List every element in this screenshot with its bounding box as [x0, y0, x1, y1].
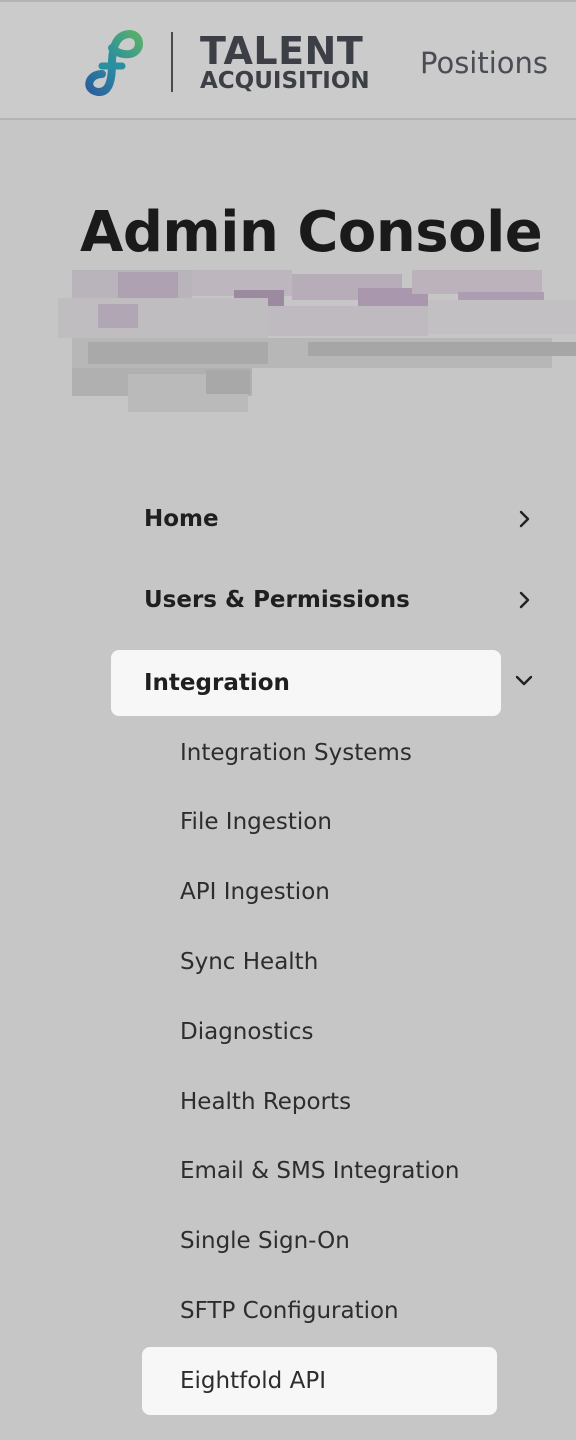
subnav-label: Integration Systems: [180, 740, 412, 766]
sidebar-item-home[interactable]: Home: [111, 486, 501, 552]
subnav-label: Single Sign-On: [180, 1228, 350, 1254]
top-bar: TALENT ACQUISITION Positions: [0, 0, 576, 120]
subnav-label: File Ingestion: [180, 809, 332, 835]
subnav-label: Eightfold API: [180, 1368, 326, 1394]
subnav-label: API Ingestion: [180, 879, 330, 905]
subnav-label: Sync Health: [180, 949, 319, 975]
subnav-sftp-configuration[interactable]: SFTP Configuration: [142, 1277, 497, 1345]
redacted-content: [58, 270, 576, 412]
subnav-file-ingestion[interactable]: File Ingestion: [142, 788, 497, 856]
subnav-single-sign-on[interactable]: Single Sign-On: [142, 1207, 497, 1275]
infinity-logo-icon[interactable]: [78, 30, 146, 96]
subnav-email-sms-integration[interactable]: Email & SMS Integration: [142, 1137, 497, 1205]
page-title: Admin Console: [80, 200, 543, 265]
subnav-label: Health Reports: [180, 1089, 352, 1115]
chevron-right-icon[interactable]: [512, 507, 536, 531]
chevron-right-icon[interactable]: [512, 588, 536, 612]
subnav-health-reports[interactable]: Health Reports: [142, 1068, 497, 1136]
logo-line-acquisition: ACQUISITION: [200, 68, 370, 94]
subnav-label: Diagnostics: [180, 1019, 314, 1045]
subnav-eightfold-api[interactable]: Eightfold API: [142, 1347, 497, 1415]
subnav-label: SFTP Configuration: [180, 1298, 399, 1324]
sidebar-item-integration[interactable]: Integration: [111, 650, 501, 716]
subnav-diagnostics[interactable]: Diagnostics: [142, 998, 497, 1066]
subnav-label: Email & SMS Integration: [180, 1158, 460, 1184]
subnav-integration-systems[interactable]: Integration Systems: [142, 719, 497, 787]
logo-divider: [171, 32, 173, 92]
chevron-down-icon[interactable]: [512, 668, 536, 692]
logo-line-talent: TALENT: [200, 29, 364, 73]
sidebar-item-users-permissions[interactable]: Users & Permissions: [111, 567, 501, 633]
sidebar-item-label: Users & Permissions: [144, 587, 410, 613]
subnav-api-ingestion[interactable]: API Ingestion: [142, 858, 497, 926]
sidebar-item-label: Integration: [144, 670, 290, 696]
nav-positions-link[interactable]: Positions: [420, 46, 548, 80]
logo-wordmark[interactable]: TALENT ACQUISITION: [200, 32, 370, 93]
sidebar-item-label: Home: [144, 506, 219, 532]
subnav-sync-health[interactable]: Sync Health: [142, 928, 497, 996]
